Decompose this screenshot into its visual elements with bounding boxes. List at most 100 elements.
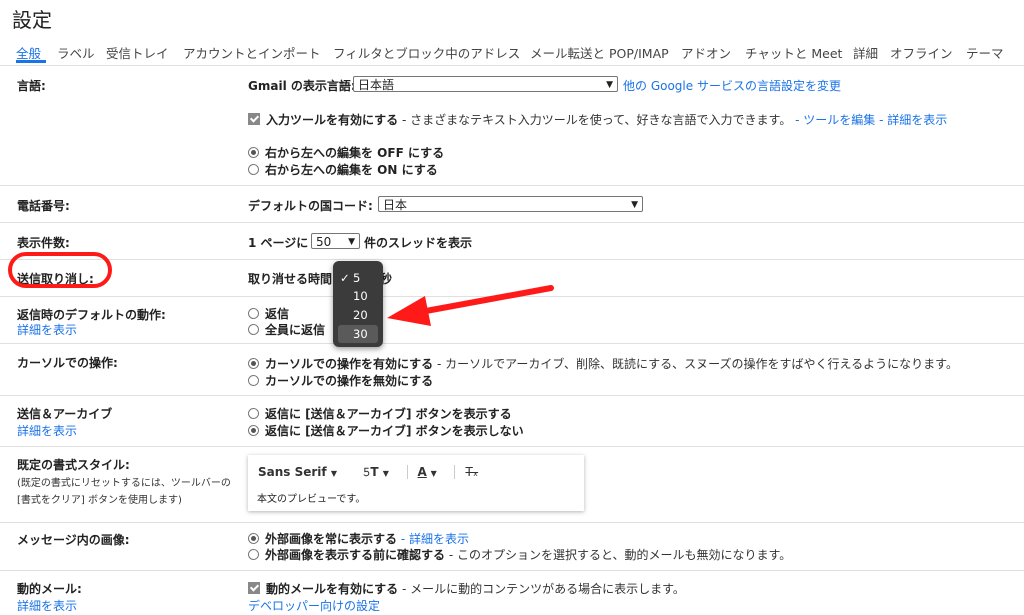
hover-enable-desc: - カーソルでアーカイブ、削除、既読にする、スヌーズの操作をすばやく行えるように… xyxy=(433,357,958,371)
reply-label: 返信 xyxy=(265,307,290,321)
divider xyxy=(0,522,1024,523)
text-style-editor: Sans Serif ▼ 𝟻T ▼ A ▼ Tₓ 本文のプレビューです。 xyxy=(248,455,584,511)
send-archive-show-row: 返信に [送信＆アーカイブ] ボタンを表示する xyxy=(248,405,512,422)
rtl-off-row: 右から左への編集を OFF にする xyxy=(248,144,444,161)
undo-send-option-10[interactable]: 10 xyxy=(333,287,383,305)
reply-default-details-link[interactable]: 詳細を表示 xyxy=(17,321,77,338)
send-archive-show-radio[interactable] xyxy=(248,408,259,419)
input-tools-details-link[interactable]: - 詳細を表示 xyxy=(879,113,947,127)
tab-themes[interactable]: テーマ xyxy=(966,43,1004,62)
dynamic-enable-row: 動的メールを有効にする - メールに動的コンテンツがある場合に表示します。 xyxy=(248,580,685,597)
country-code-select[interactable]: 日本 ▼ xyxy=(378,196,643,212)
text-style-preview: 本文のプレビューです。 xyxy=(257,494,366,505)
developer-settings-link[interactable]: デベロッパー向けの設定 xyxy=(248,597,380,614)
hover-enable-row: カーソルでの操作を有効にする - カーソルでアーカイブ、削除、既読にする、スヌー… xyxy=(248,355,958,372)
undo-send-dropdown[interactable]: ✓ 5 10 20 30 xyxy=(333,261,383,347)
settings-tabs: 全般 ラベル 受信トレイ アカウントとインポート フィルタとブロック中のアドレス… xyxy=(0,36,1024,66)
page-title: 設定 xyxy=(12,8,52,32)
country-code-value: 日本 xyxy=(383,198,408,212)
divider xyxy=(0,446,1024,447)
undo-send-option-30[interactable]: 30 xyxy=(338,325,378,343)
tab-chat-meet[interactable]: チャットと Meet xyxy=(745,43,842,62)
display-language-label: Gmail の表示言語: xyxy=(248,79,356,93)
page-size-select[interactable]: 50 ▼ xyxy=(311,233,360,249)
send-archive-hide-row: 返信に [送信＆アーカイブ] ボタンを表示しない xyxy=(248,422,524,439)
dynamic-enable-checkbox[interactable] xyxy=(248,582,260,594)
page-size-suffix: 件のスレッドを表示 xyxy=(364,236,473,250)
edit-tools-link[interactable]: - ツールを編集 xyxy=(795,113,875,127)
tab-inbox[interactable]: 受信トレイ xyxy=(106,43,169,62)
divider xyxy=(0,185,1024,186)
text-color-icon[interactable]: A xyxy=(418,465,427,479)
rtl-off-radio[interactable] xyxy=(248,147,259,158)
hover-disable-row: カーソルでの操作を無効にする xyxy=(248,372,433,389)
images-ask-desc: - このオプションを選択すると、動的メールも無効になります。 xyxy=(445,548,792,562)
hover-disable-radio[interactable] xyxy=(248,375,259,386)
format-toolbar: Sans Serif ▼ 𝟻T ▼ A ▼ Tₓ xyxy=(258,465,479,479)
text-style-note-2: [書式をクリア] ボタンを使用します) xyxy=(17,495,182,506)
chevron-down-icon: ▼ xyxy=(606,80,613,90)
rtl-on-label: 右から左への編集を ON にする xyxy=(265,163,438,177)
text-style-label: 既定の書式スタイル: xyxy=(17,458,130,472)
tab-accounts[interactable]: アカウントとインポート xyxy=(183,43,321,62)
tab-filters[interactable]: フィルタとブロック中のアドレス xyxy=(333,43,520,62)
rtl-on-row: 右から左への編集を ON にする xyxy=(248,161,438,178)
images-ask-row: 外部画像を表示する前に確認する - このオプションを選択すると、動的メールも無効… xyxy=(248,546,791,563)
clear-formatting-icon[interactable]: Tₓ xyxy=(465,465,478,479)
send-archive-details-link[interactable]: 詳細を表示 xyxy=(17,422,77,439)
hover-actions-label: カーソルでの操作: xyxy=(17,356,118,370)
divider xyxy=(0,570,1024,571)
reply-all-radio[interactable] xyxy=(248,324,259,335)
undo-send-text: 取り消せる時間 xyxy=(248,272,333,286)
tab-offline[interactable]: オフライン xyxy=(890,43,953,62)
dynamic-enable-desc: - メールに動的コンテンツがある場合に表示します。 xyxy=(398,582,685,596)
red-arrow-icon xyxy=(387,285,554,326)
display-language-select[interactable]: 日本語 ▼ xyxy=(353,76,618,92)
google-language-link[interactable]: 他の Google サービスの言語設定を変更 xyxy=(623,77,841,94)
undo-send-option-20[interactable]: 20 xyxy=(333,306,383,324)
images-always-row: 外部画像を常に表示する - 詳細を表示 xyxy=(248,530,469,547)
tab-labels[interactable]: ラベル xyxy=(57,43,95,62)
tab-advanced[interactable]: 詳細 xyxy=(853,43,878,62)
dynamic-details-link[interactable]: 詳細を表示 xyxy=(17,597,77,614)
send-archive-hide-label: 返信に [送信＆アーカイブ] ボタンを表示しない xyxy=(265,424,524,438)
active-tab-indicator xyxy=(16,60,46,63)
dynamic-enable-label: 動的メールを有効にする xyxy=(266,582,399,596)
images-details-link[interactable]: - 詳細を表示 xyxy=(401,532,469,546)
tab-forwarding[interactable]: メール転送と POP/IMAP xyxy=(530,43,669,62)
reply-radio[interactable] xyxy=(248,308,259,319)
phone-label: 電話番号: xyxy=(17,199,70,213)
font-select[interactable]: Sans Serif ▼ xyxy=(258,465,337,479)
reply-all-label: 全員に返信 xyxy=(265,323,326,337)
display-language-row: Gmail の表示言語: xyxy=(248,77,356,94)
rtl-off-label: 右から左への編集を OFF にする xyxy=(265,146,445,160)
input-tools-row: 入力ツールを有効にする - さまざまなテキスト入力ツールを使って、好きな言語で入… xyxy=(248,111,947,128)
divider xyxy=(0,222,1024,223)
rtl-on-radio[interactable] xyxy=(248,164,259,175)
divider xyxy=(0,343,1024,344)
dynamic-label: 動的メール: xyxy=(17,582,82,596)
input-tools-label: 入力ツールを有効にする xyxy=(266,113,399,127)
hover-enable-radio[interactable] xyxy=(248,358,259,369)
undo-send-option-5[interactable]: ✓ 5 xyxy=(333,269,383,287)
font-size-icon[interactable]: 𝟻T ▼ xyxy=(363,465,389,479)
chevron-down-icon: ▼ xyxy=(631,200,638,210)
chevron-down-icon: ▼ xyxy=(348,237,355,247)
language-label: 言語: xyxy=(17,79,46,93)
divider xyxy=(0,395,1024,396)
images-always-radio[interactable] xyxy=(248,533,259,544)
images-ask-radio[interactable] xyxy=(248,549,259,560)
highlight-circle xyxy=(8,252,112,288)
send-archive-hide-radio[interactable] xyxy=(248,425,259,436)
images-label: メッセージ内の画像: xyxy=(17,533,130,547)
hover-disable-label: カーソルでの操作を無効にする xyxy=(265,374,434,388)
hover-enable-label: カーソルでの操作を有効にする xyxy=(265,357,434,371)
images-ask-label: 外部画像を表示する前に確認する xyxy=(265,548,446,562)
send-archive-show-label: 返信に [送信＆アーカイブ] ボタンを表示する xyxy=(265,407,512,421)
images-always-label: 外部画像を常に表示する xyxy=(265,532,398,546)
send-archive-label: 送信＆アーカイブ xyxy=(17,407,113,421)
tab-addons[interactable]: アドオン xyxy=(681,43,731,62)
input-tools-checkbox[interactable] xyxy=(248,113,260,125)
divider xyxy=(0,259,1024,260)
reply-all-row: 全員に返信 xyxy=(248,321,325,338)
